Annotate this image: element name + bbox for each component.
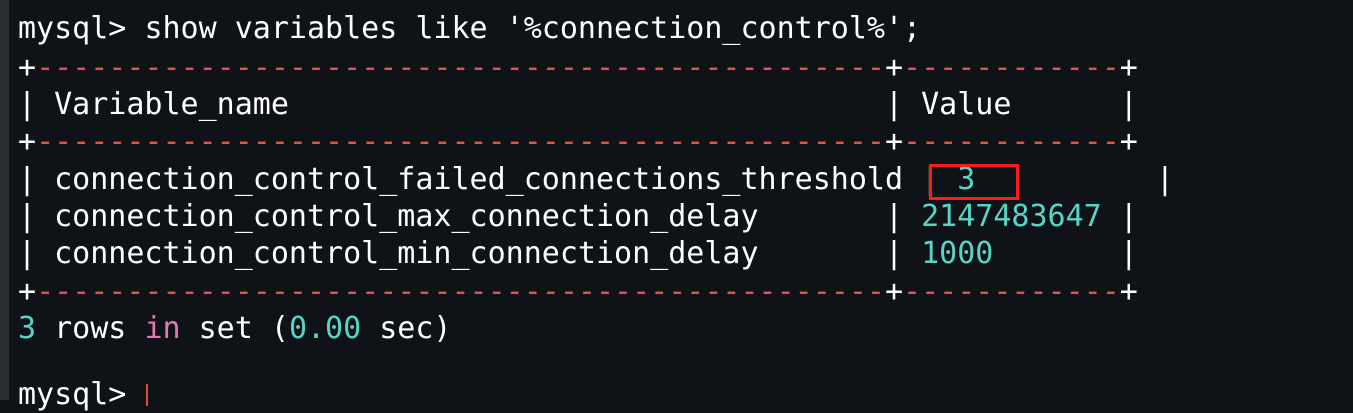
text-cursor xyxy=(146,384,148,406)
header-value: Value xyxy=(921,87,1012,122)
table-border-top: +---------------------------------------… xyxy=(18,50,1138,85)
next-prompt-line[interactable]: mysql> xyxy=(18,377,126,413)
row-variable-name: connection_control_min_connection_delay xyxy=(54,236,759,271)
rows-word: rows xyxy=(54,311,127,346)
row-count: 3 xyxy=(18,311,37,346)
next-prompt: mysql> xyxy=(18,377,127,412)
in-keyword: in xyxy=(144,311,181,346)
terminal-left-edge xyxy=(0,0,9,400)
row-variable-name: connection_control_failed_connections_th… xyxy=(54,162,904,197)
row-variable-name: connection_control_max_connection_delay xyxy=(54,199,759,234)
table-row: | connection_control_max_connection_dela… xyxy=(18,199,1138,234)
table-border-middle: +---------------------------------------… xyxy=(18,124,1138,159)
command-text: show variables like '%connection_control… xyxy=(144,11,922,46)
table-row: | connection_control_min_connection_dela… xyxy=(18,236,1138,271)
terminal-window[interactable]: mysql> show variables like '%connection_… xyxy=(0,0,1353,412)
table-border-bottom: +---------------------------------------… xyxy=(18,274,1138,309)
query-time: 0.00 xyxy=(288,311,362,346)
row-value: 2147483647 xyxy=(921,199,1102,234)
time-unit: sec) xyxy=(379,311,452,346)
prompt: mysql> xyxy=(18,11,127,46)
row-value: 1000 xyxy=(921,236,994,271)
set-word: set xyxy=(198,311,253,346)
time-open-paren: ( xyxy=(270,311,289,346)
result-summary: 3 rows in set (0.00 sec) xyxy=(18,311,452,347)
header-variable-name: Variable_name xyxy=(54,87,289,122)
highlight-annotation-box xyxy=(929,164,1019,200)
command-line: mysql> show variables like '%connection_… xyxy=(18,11,921,47)
table-header-row: | Variable_name | Value | xyxy=(18,87,1138,122)
